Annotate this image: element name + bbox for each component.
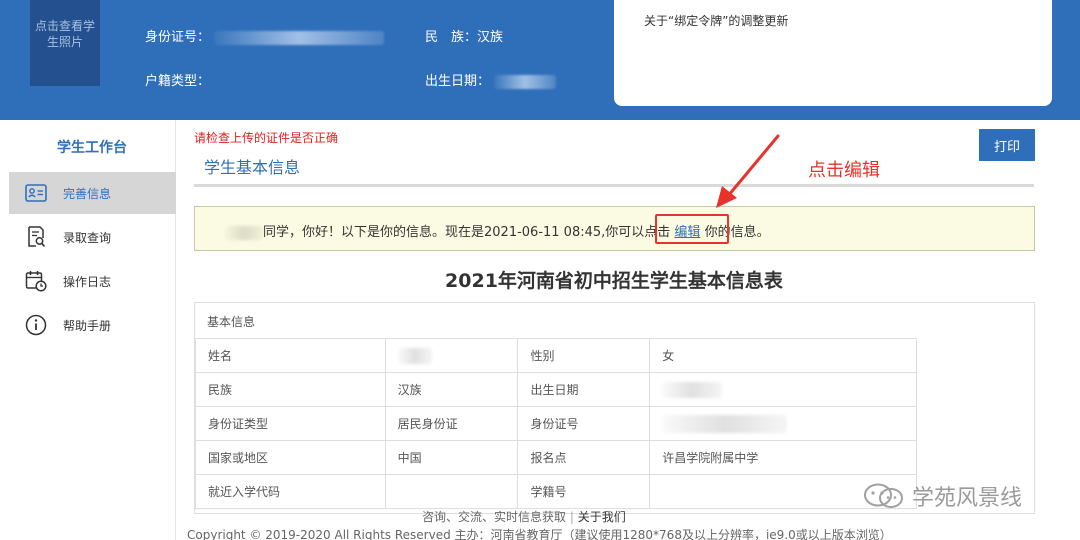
print-button[interactable]: 打印 xyxy=(979,129,1035,161)
footer-link-about[interactable]: 关于我们 xyxy=(578,510,626,524)
birth-date-field: 出生日期： xyxy=(425,70,557,89)
document-search-icon xyxy=(25,226,47,248)
sidebar-item-label: 帮助手册 xyxy=(63,318,112,333)
table-row: 姓名 性别 女 xyxy=(195,338,917,373)
greeting-info-box: 同学，你好！以下是你的信息。现在是2021-06-11 08:45,你可以点击 … xyxy=(194,206,1035,251)
birth-date-label: 出生日期 xyxy=(517,372,651,407)
gender-label: 性别 xyxy=(517,338,651,373)
table-row: 国家或地区 中国 报名点 许昌学院附属中学 xyxy=(195,440,917,475)
sidebar-item-label: 完善信息 xyxy=(63,186,112,201)
registration-site-label: 报名点 xyxy=(517,440,651,475)
redacted-birth-date xyxy=(494,74,557,89)
name-label: 姓名 xyxy=(195,338,386,373)
basic-info-table: 姓名 性别 女 民族 汉族 出生日期 身份证类型 居民身份证 身份证号 国家或地… xyxy=(195,338,917,509)
upload-warning: 请检查上传的证件是否正确 xyxy=(194,131,339,145)
id-type-label: 身份证类型 xyxy=(195,406,386,441)
copyright-text: Copyright © 2019-2020 All Rights Reserve… xyxy=(187,528,892,540)
notice-panel: 关于“绑定令牌”的调整更新 xyxy=(614,0,1052,106)
sidebar-item-help-manual[interactable]: 帮助手册 xyxy=(9,304,176,346)
sidebar-item-operation-log[interactable]: 操作日志 xyxy=(9,260,176,302)
sidebar-item-label: 操作日志 xyxy=(63,274,112,289)
registration-site-value: 许昌学院附属中学 xyxy=(649,440,917,475)
wechat-icon xyxy=(864,483,903,508)
ethnicity-value: 汉族 xyxy=(384,372,519,407)
id-card-icon xyxy=(25,182,47,204)
page-title: 学生基本信息 xyxy=(204,158,301,177)
sidebar-item-admission-query[interactable]: 录取查询 xyxy=(9,216,176,258)
id-number-label: 身份证号： xyxy=(145,30,211,45)
redacted-birth-date xyxy=(662,381,723,398)
gender-value: 女 xyxy=(649,338,917,373)
redacted-id-number xyxy=(662,414,788,433)
ethnicity-value: 汉族 xyxy=(477,30,504,45)
section-label: 基本信息 xyxy=(207,315,256,329)
table-row: 民族 汉族 出生日期 xyxy=(195,372,917,407)
redacted-student-name xyxy=(225,225,263,240)
redacted-id-number xyxy=(214,30,385,45)
edit-highlight-box xyxy=(655,214,729,244)
household-type-label: 户籍类型： xyxy=(145,74,211,89)
student-photo-button[interactable]: 点击查看学生照片 xyxy=(30,0,100,86)
ethnicity-label: 民 族： xyxy=(425,30,478,45)
id-number-label: 身份证号 xyxy=(517,406,651,441)
table-row: 就近入学代码 学籍号 xyxy=(195,474,917,509)
name-value xyxy=(384,338,519,373)
footer-link-contact[interactable]: 咨询、交流、实时信息获取 xyxy=(422,510,566,524)
birth-date-value xyxy=(649,372,917,407)
table-title: 2021年河南省初中招生学生基本信息表 xyxy=(445,270,783,292)
nearby-code-label: 就近入学代码 xyxy=(195,474,386,509)
birth-date-label: 出生日期： xyxy=(425,74,491,89)
table-row: 身份证类型 居民身份证 身份证号 xyxy=(195,406,917,441)
id-number-field: 身份证号： xyxy=(145,26,385,45)
country-label: 国家或地区 xyxy=(195,440,386,475)
info-icon xyxy=(25,314,47,336)
calendar-clock-icon xyxy=(25,270,47,292)
nearby-code-value xyxy=(384,474,519,509)
id-number-value xyxy=(649,406,917,441)
sidebar-title: 学生工作台 xyxy=(57,140,127,156)
sidebar: 学生工作台 完善信息 录取查询 操作日志 帮助手册 xyxy=(0,120,176,540)
household-type-field: 户籍类型： xyxy=(145,70,210,89)
notice-link[interactable]: 关于“绑定令牌”的调整更新 xyxy=(644,14,788,28)
country-value: 中国 xyxy=(384,440,519,475)
sidebar-item-complete-info[interactable]: 完善信息 xyxy=(9,172,176,214)
sidebar-item-label: 录取查询 xyxy=(63,230,112,245)
title-divider xyxy=(194,184,1034,187)
page-root: 点击查看学生照片 身份证号： 民 族：汉族 户籍类型： 出生日期： 关于“绑定令… xyxy=(0,0,1080,540)
greeting-prefix: 同学，你好！以下是你的信息。现在是2021-06-11 08:45,你可以点击 xyxy=(263,225,675,240)
student-number-label: 学籍号 xyxy=(517,474,651,509)
redacted-name xyxy=(397,347,432,364)
ethnicity-label: 民族 xyxy=(195,372,386,407)
header-bar: 点击查看学生照片 身份证号： 民 族：汉族 户籍类型： 出生日期： 关于“绑定令… xyxy=(0,0,1080,120)
watermark: 学苑风景线 xyxy=(862,480,1022,512)
watermark-text: 学苑风景线 xyxy=(912,486,1023,511)
id-type-value: 居民身份证 xyxy=(384,406,519,441)
edit-annotation: 点击编辑 xyxy=(808,160,880,181)
ethnicity-field: 民 族：汉族 xyxy=(425,26,503,45)
footer-links: 咨询、交流、实时信息获取 | 关于我们 xyxy=(422,510,626,524)
